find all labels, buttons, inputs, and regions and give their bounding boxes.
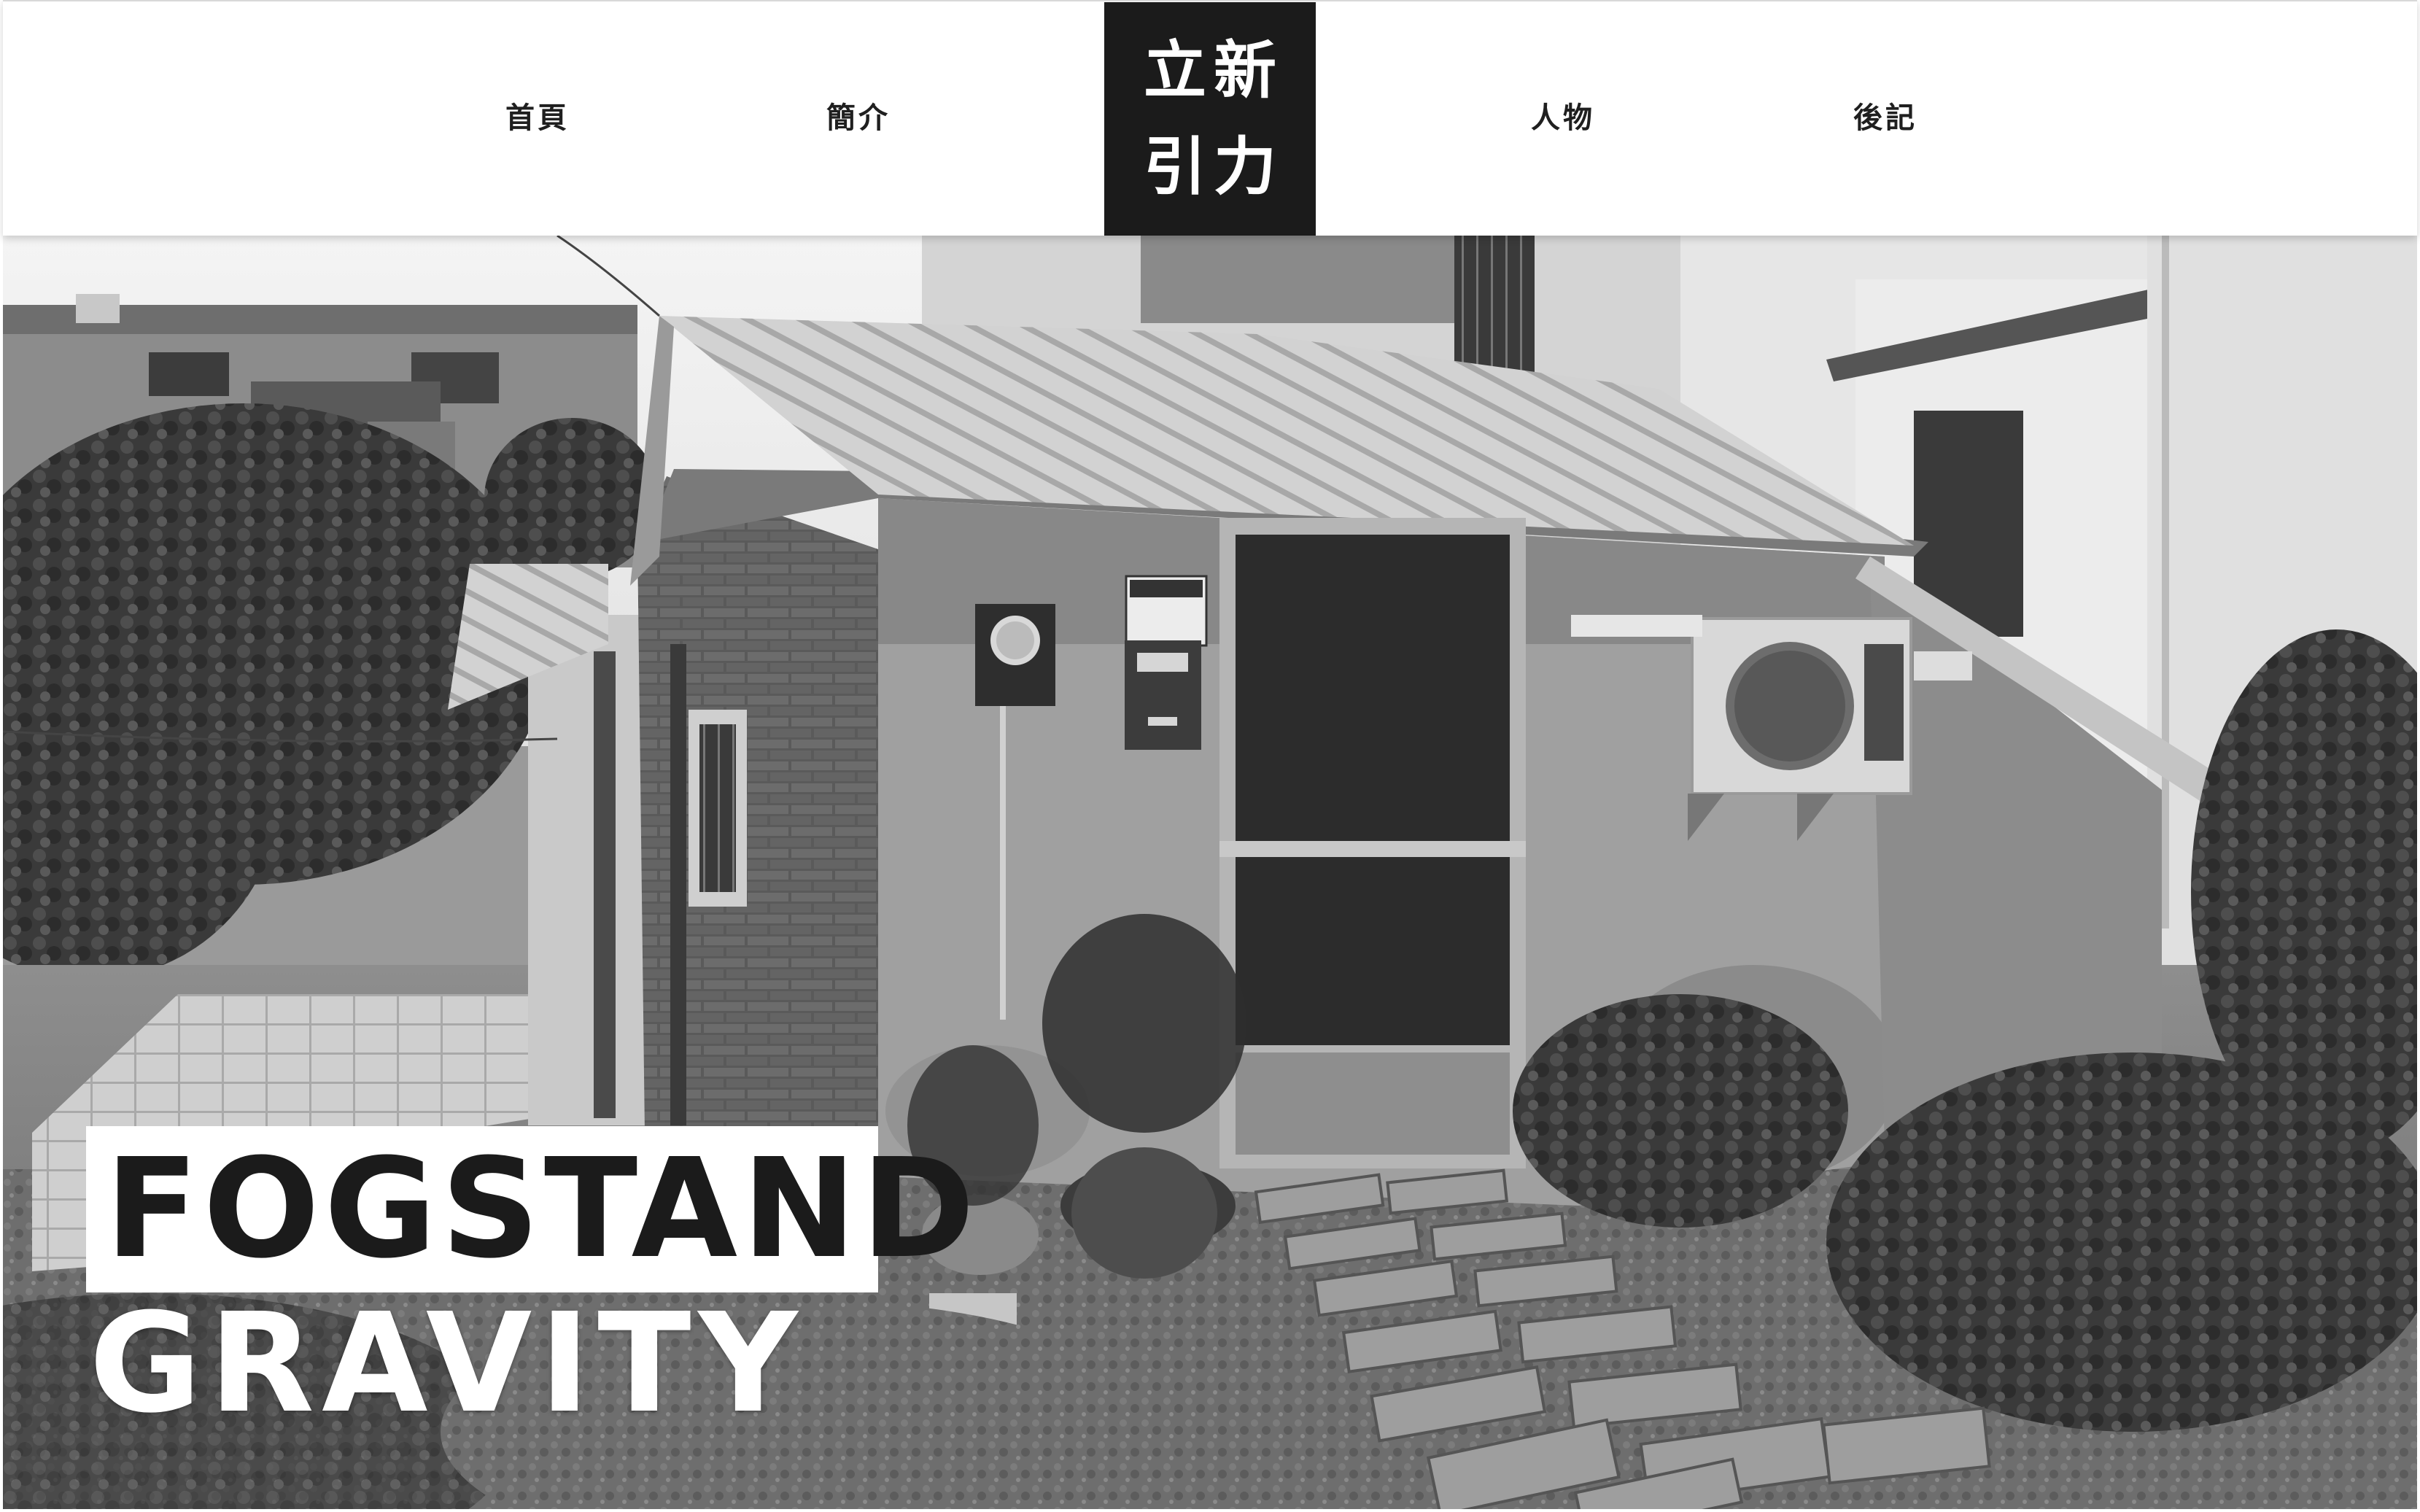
nav-about-link[interactable]: 簡介 bbox=[796, 95, 920, 141]
nav-afterword-link[interactable]: 後記 bbox=[1823, 95, 1947, 141]
hero-title-line-1: FOGSTAND bbox=[105, 1129, 980, 1289]
logo-line-1: 立新 bbox=[1144, 34, 1284, 107]
hero-title-line-2: GRAVITY bbox=[89, 1284, 805, 1443]
logo-line-2: 引力 bbox=[1144, 131, 1284, 203]
nav-home-link[interactable]: 首頁 bbox=[476, 95, 600, 141]
nav-people-link[interactable]: 人物 bbox=[1501, 95, 1625, 141]
page: 首頁 簡介 人物 後記 立新 引力 FOGSTAND GRAVITY bbox=[0, 0, 2420, 1512]
site-logo[interactable]: 立新 引力 bbox=[1104, 2, 1316, 236]
